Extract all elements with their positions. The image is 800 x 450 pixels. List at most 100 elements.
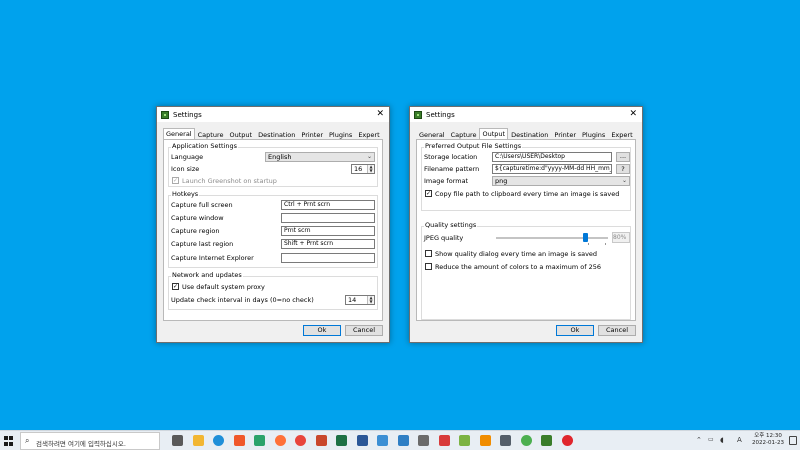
tab-destination[interactable]: Destination (508, 129, 551, 139)
group-title: Quality settings (424, 221, 478, 229)
browse-button[interactable]: ... (616, 152, 630, 162)
storage-location-label: Storage location (424, 153, 478, 161)
word-icon[interactable] (356, 435, 368, 446)
ok-button[interactable]: Ok (303, 325, 341, 336)
close-icon[interactable]: ✕ (376, 109, 384, 119)
chevron-down-icon: ⌄ (621, 177, 627, 184)
group-title: Preferred Output File Settings (424, 142, 523, 150)
search-icon: ⌕ (25, 436, 30, 445)
photos-icon[interactable] (397, 435, 409, 446)
app-sc-icon[interactable] (438, 435, 450, 446)
taskbar-search-box[interactable]: ⌕ 검색하려면 여기에 입력하십시오. (20, 432, 160, 450)
title-bar[interactable]: Settings ✕ (157, 107, 389, 122)
copy-path-checkbox[interactable]: ✓ (425, 190, 432, 197)
tab-output[interactable]: Output (479, 128, 509, 139)
image-format-value: png (495, 177, 508, 185)
hotkeys-group: Hotkeys Capture full screen Ctrl + Prnt … (168, 190, 378, 268)
hotkey-full-screen-input[interactable]: Ctrl + Prnt scrn (281, 200, 375, 210)
update-interval-label: Update check interval in days (0=no chec… (171, 296, 314, 304)
group-title: Network and updates (171, 271, 243, 279)
firefox-icon[interactable] (274, 435, 286, 446)
greenshot-icon[interactable] (541, 435, 552, 446)
image-format-select[interactable]: png ⌄ (492, 176, 630, 186)
cancel-button[interactable]: Cancel (598, 325, 636, 336)
remote-desktop-icon[interactable] (377, 435, 388, 446)
greenshot-app-icon (414, 110, 422, 119)
ime-indicator[interactable]: A (737, 436, 742, 444)
ok-button[interactable]: Ok (556, 325, 594, 336)
launch-on-startup-checkbox[interactable]: ✓ (172, 177, 179, 184)
icon-size-stepper[interactable]: 16 ▲ ▼ (351, 164, 375, 174)
use-proxy-checkbox[interactable]: ✓ (172, 283, 179, 290)
tab-output[interactable]: Output (226, 129, 255, 139)
clock-time: 오후 12:30 (754, 433, 782, 439)
notification-icon[interactable] (789, 436, 797, 445)
hotkey-region-input[interactable]: Prnt scrn (281, 226, 375, 236)
opera-icon[interactable] (561, 435, 573, 446)
jpeg-quality-slider-thumb[interactable] (583, 233, 589, 242)
tab-plugins[interactable]: Plugins (326, 129, 355, 139)
volume-icon[interactable]: ◖ (720, 436, 724, 444)
calculator-icon[interactable] (500, 435, 511, 446)
edge-icon[interactable] (213, 435, 224, 446)
cancel-button[interactable]: Cancel (345, 325, 383, 336)
hotkey-ie-input[interactable] (281, 253, 375, 263)
jpeg-quality-track[interactable] (496, 237, 608, 239)
stepper-arrows-icon[interactable]: ▲ ▼ (367, 165, 374, 173)
general-panel: Application Settings Language English ⌄ … (163, 139, 383, 321)
tab-printer[interactable]: Printer (298, 129, 326, 139)
tab-destination[interactable]: Destination (255, 129, 298, 139)
close-icon[interactable]: ✕ (629, 109, 637, 119)
edge-dev-icon[interactable] (254, 435, 265, 446)
snipping-icon[interactable] (418, 435, 429, 446)
show-hidden-icons-chevron-icon[interactable]: ⌃ (696, 436, 702, 444)
system-clock[interactable]: 오후 12:30 2022-01-23 (750, 433, 786, 447)
search-placeholder: 검색하려면 여기에 입력하십시오. (36, 440, 126, 448)
network-icon[interactable]: ▭ (708, 436, 714, 443)
filename-pattern-input[interactable]: ${capturetime:d"yyyy-MM-dd HH_mm_s (492, 164, 612, 174)
task-view-icon[interactable] (172, 435, 183, 446)
greenshot-app-icon (161, 110, 169, 119)
hotkey-label: Capture region (171, 227, 220, 235)
slider-tick (588, 243, 589, 245)
android-icon[interactable] (459, 435, 470, 446)
hotkey-label: Capture full screen (171, 201, 233, 209)
hotkey-label: Capture last region (171, 240, 234, 248)
icon-size-value: 16 (354, 165, 363, 173)
update-interval-stepper[interactable]: 14 ▲ ▼ (345, 295, 375, 305)
preferred-output-group: Preferred Output File Settings Storage l… (421, 142, 631, 211)
hotkey-label: Capture window (171, 214, 224, 222)
window-title: Settings (426, 110, 455, 119)
update-interval-value: 14 (348, 296, 357, 304)
image-format-label: Image format (424, 177, 469, 185)
tab-strip: General Capture Output Destination Print… (163, 128, 383, 139)
tab-printer[interactable]: Printer (551, 129, 579, 139)
icon-size-label: Icon size (171, 165, 200, 173)
tab-general[interactable]: General (163, 128, 195, 139)
hotkey-window-input[interactable] (281, 213, 375, 223)
title-bar[interactable]: Settings ✕ (410, 107, 642, 122)
output-panel: Preferred Output File Settings Storage l… (416, 139, 636, 321)
tab-expert[interactable]: Expert (355, 129, 382, 139)
chrome-2-icon[interactable] (520, 435, 532, 446)
tab-expert[interactable]: Expert (608, 129, 635, 139)
language-select[interactable]: English ⌄ (265, 152, 375, 162)
tab-plugins[interactable]: Plugins (579, 129, 608, 139)
tab-general[interactable]: General (416, 129, 448, 139)
windows-start-icon[interactable] (4, 436, 14, 446)
quality-dialog-checkbox[interactable] (425, 250, 432, 257)
stepper-arrows-icon[interactable]: ▲ ▼ (367, 296, 374, 304)
reduce-colors-checkbox[interactable] (425, 263, 432, 270)
storage-location-input[interactable]: C:\Users\USER\Desktop (492, 152, 612, 162)
window-title: Settings (173, 110, 202, 119)
vlc-icon[interactable] (479, 435, 491, 446)
tab-capture[interactable]: Capture (195, 129, 227, 139)
tab-capture[interactable]: Capture (448, 129, 480, 139)
file-explorer-icon[interactable] (192, 435, 204, 446)
brave-icon[interactable] (233, 435, 245, 446)
chrome-icon[interactable] (295, 435, 306, 446)
hotkey-last-region-input[interactable]: Shift + Prnt scrn (281, 239, 375, 249)
pattern-help-button[interactable]: ? (616, 164, 630, 174)
powerpoint-icon[interactable] (315, 435, 327, 446)
excel-icon[interactable] (336, 435, 347, 446)
